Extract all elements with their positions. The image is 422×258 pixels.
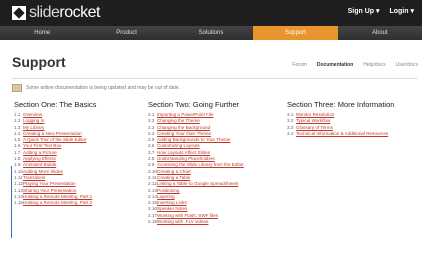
topic-list: 3.1 Monitor Resolution 3.2 Typical Workflow…: [287, 112, 394, 137]
topic-list: 1.1 Overview 1.2 Logging In 1.3 My Library 1.4…: [14, 112, 96, 206]
brand-logo[interactable]: sliderocket: [12, 4, 100, 22]
topic-list: 2.1 Importing a PowerPoint File 2.2 Changin…: [148, 112, 244, 225]
topic-item[interactable]: 3.4 Technical Information & Additional Re…: [287, 131, 394, 137]
rocket-logo-icon: [12, 6, 26, 20]
topic-link[interactable]: Hosting a Remote Meeting, Part 2: [23, 200, 92, 206]
subnav-item-documentation[interactable]: Documentation: [317, 62, 353, 68]
section-three: Section Three: More Information 3.1 Monit…: [287, 100, 394, 137]
topic-link[interactable]: Working with .FLV videos: [157, 219, 208, 225]
main-nav: Home Product Solutions Support About: [0, 26, 422, 40]
divider: [12, 78, 418, 79]
nav-item-home[interactable]: Home: [0, 26, 84, 40]
topic-item[interactable]: 1.15 Hosting a Remote Meeting, Part 2: [14, 200, 96, 206]
section-title: Section Two: Going Further: [148, 100, 240, 109]
topic-number: 1.15: [14, 200, 23, 206]
login-link[interactable]: Login ▾: [389, 7, 414, 15]
top-bar: sliderocket Sign Up ▾ Login ▾: [0, 0, 422, 26]
nav-item-about[interactable]: About: [338, 26, 422, 40]
account-links: Sign Up ▾ Login ▾: [348, 7, 414, 15]
subnav-item-user-docs[interactable]: User/docs: [395, 62, 418, 68]
subnav-item-forum[interactable]: Forum: [292, 62, 306, 68]
topic-number: 2.18: [148, 219, 157, 225]
topic-number: 3.4: [287, 130, 294, 136]
nav-item-solutions[interactable]: Solutions: [169, 26, 253, 40]
side-marker: [0, 166, 12, 238]
page-title: Support: [12, 54, 66, 70]
signup-link[interactable]: Sign Up ▾: [348, 7, 380, 15]
section-one: Section One: The Basics 1.1 Overview 1.2 Lo…: [14, 100, 96, 206]
topic-link[interactable]: Technical Information & Additional Resou…: [296, 131, 388, 137]
sub-nav: Forum Documentation Help/docs User/docs: [292, 62, 418, 68]
nav-item-support[interactable]: Support: [253, 26, 338, 40]
notice-banner: Some online documentation is being updat…: [12, 84, 180, 92]
section-two: Section Two: Going Further 2.1 Importing …: [148, 100, 244, 225]
topic-item[interactable]: 2.18 Working with .FLV videos: [148, 219, 244, 225]
section-title: Section Three: More Information: [287, 100, 395, 109]
info-icon: [12, 84, 22, 92]
notice-text: Some online documentation is being updat…: [26, 85, 180, 91]
subnav-item-help-docs[interactable]: Help/docs: [363, 62, 385, 68]
brand-name: sliderocket: [29, 4, 100, 21]
section-title: Section One: The Basics: [14, 100, 97, 109]
nav-item-product[interactable]: Product: [84, 26, 168, 40]
